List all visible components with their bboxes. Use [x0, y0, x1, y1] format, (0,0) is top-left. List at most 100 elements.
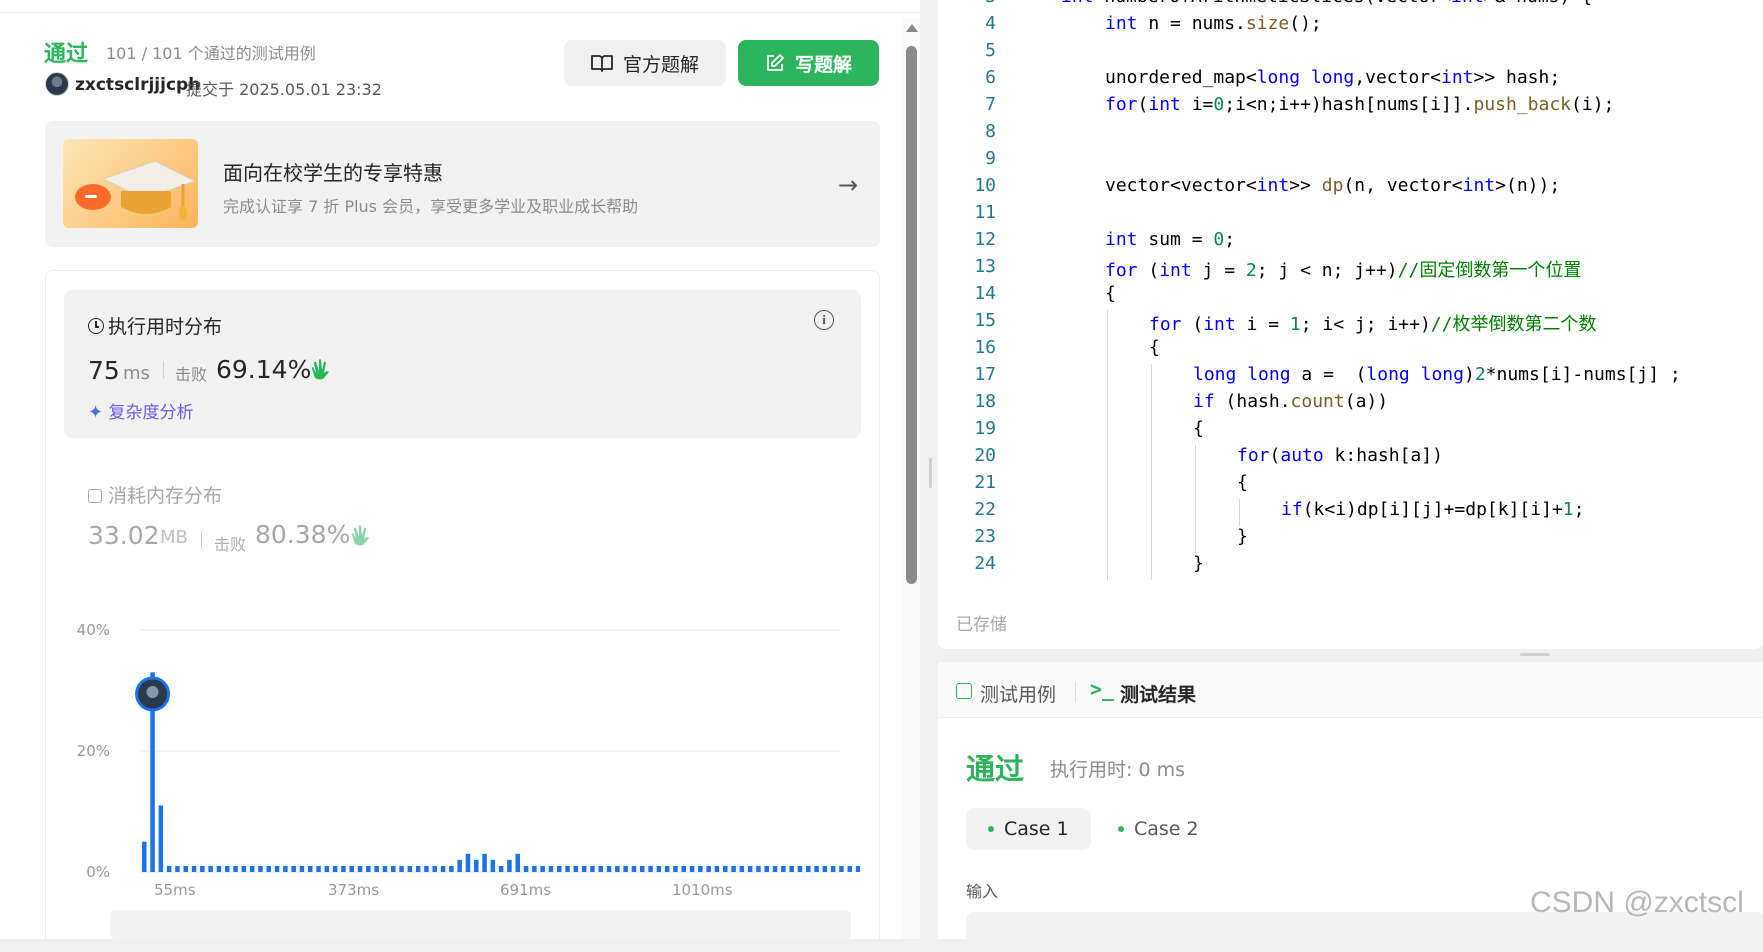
- code-line[interactable]: 19 {: [938, 418, 1763, 445]
- histogram-bar[interactable]: [474, 859, 479, 872]
- horizontal-splitter-grip[interactable]: [1520, 653, 1550, 656]
- code-text[interactable]: for(int i=0;i<n;i++)hash[nums[i]].push_b…: [1105, 94, 1614, 115]
- histogram-bar[interactable]: [274, 865, 280, 872]
- histogram-bar[interactable]: [789, 865, 794, 872]
- histogram-bar[interactable]: [158, 805, 164, 872]
- avatar[interactable]: [45, 72, 69, 96]
- histogram-bar[interactable]: [191, 865, 197, 872]
- histogram-bar[interactable]: [747, 865, 753, 872]
- histogram-bar[interactable]: [407, 865, 413, 872]
- histogram-bar[interactable]: [565, 865, 570, 872]
- histogram-bar[interactable]: [548, 865, 554, 872]
- code-text[interactable]: int n = nums.size();: [1105, 13, 1322, 34]
- histogram-bar[interactable]: [515, 853, 521, 872]
- memory-title[interactable]: 消耗内存分布: [88, 481, 222, 508]
- code-line[interactable]: 18 if (hash.count(a)): [938, 391, 1763, 418]
- histogram-bar[interactable]: [308, 865, 313, 872]
- code-line[interactable]: 9: [938, 148, 1763, 175]
- histogram-bar[interactable]: [540, 865, 545, 872]
- tab-testcase[interactable]: 测试用例: [980, 680, 1056, 707]
- code-line[interactable]: 7 for(int i=0;i<n;i++)hash[nums[i]].push_…: [938, 94, 1763, 121]
- student-promo-banner[interactable]: 面向在校学生的专享特惠 完成认证享 7 折 Plus 会员，享受更多学业及职业成…: [45, 121, 880, 247]
- histogram-bar[interactable]: [698, 865, 703, 872]
- histogram-bar[interactable]: [424, 865, 429, 872]
- official-solution-button[interactable]: 官方题解: [564, 40, 726, 86]
- username[interactable]: zxctsclrjjjcph: [75, 75, 200, 95]
- code-line[interactable]: 23}: [938, 526, 1763, 553]
- code-text[interactable]: if (hash.count(a)): [1193, 391, 1388, 412]
- histogram-bar[interactable]: [756, 865, 761, 872]
- histogram-bar[interactable]: [590, 865, 595, 872]
- histogram-bar[interactable]: [739, 865, 745, 872]
- histogram-bar[interactable]: [573, 865, 579, 872]
- histogram-bar[interactable]: [631, 865, 637, 872]
- histogram-bar[interactable]: [324, 865, 330, 872]
- code-line[interactable]: 20 for(auto k:hash[a]): [938, 445, 1763, 472]
- histogram-bar[interactable]: [490, 859, 496, 872]
- histogram-bar[interactable]: [374, 865, 379, 872]
- histogram-bar[interactable]: [432, 865, 438, 872]
- complexity-analysis-link[interactable]: ✦ 复杂度分析: [88, 398, 194, 423]
- histogram-bar[interactable]: [598, 865, 604, 872]
- histogram-bar[interactable]: [656, 865, 662, 872]
- histogram-bar[interactable]: [200, 865, 205, 872]
- code-text[interactable]: for (int j = 2; j < n; j++)//固定倒数第一个位置: [1105, 256, 1581, 282]
- code-line[interactable]: 16 {: [938, 337, 1763, 364]
- histogram-bar[interactable]: [781, 865, 786, 872]
- histogram-bar[interactable]: [482, 853, 487, 872]
- code-line[interactable]: 22 if(k<i)dp[i][j]+=dp[k][i]+1;: [938, 499, 1763, 526]
- code-line[interactable]: 4 int n = nums.size();: [938, 13, 1763, 40]
- code-line[interactable]: 24}: [938, 553, 1763, 580]
- histogram-bar[interactable]: [241, 865, 247, 872]
- histogram-bar[interactable]: [415, 865, 421, 872]
- write-solution-button[interactable]: 写题解: [738, 40, 879, 86]
- code-line[interactable]: 13 for (int j = 2; j < n; j++)//固定倒数第一个位置: [938, 256, 1763, 283]
- code-text[interactable]: for(auto k:hash[a]): [1237, 445, 1443, 466]
- histogram-bar[interactable]: [216, 865, 222, 872]
- histogram-bar[interactable]: [706, 865, 711, 872]
- histogram-bar[interactable]: [457, 859, 462, 872]
- code-line[interactable]: 12 int sum = 0;: [938, 229, 1763, 256]
- histogram-bar[interactable]: [498, 865, 504, 872]
- histogram-bar[interactable]: [449, 865, 454, 872]
- histogram-bar[interactable]: [814, 865, 819, 872]
- histogram-bar[interactable]: [258, 865, 263, 872]
- code-line[interactable]: 15 for (int i = 1; i< j; i++)//枚举倒数第二个数: [938, 310, 1763, 337]
- code-text[interactable]: int numberOfArithmeticSlices(vector<int>…: [1061, 0, 1592, 7]
- histogram-bar[interactable]: [233, 865, 238, 872]
- histogram-bar[interactable]: [299, 865, 305, 872]
- histogram-bar[interactable]: [847, 865, 853, 872]
- code-text[interactable]: int sum = 0;: [1105, 229, 1235, 250]
- code-text[interactable]: }: [1237, 526, 1248, 547]
- code-line[interactable]: 17 long long a = (long long)2*nums[i]-num…: [938, 364, 1763, 391]
- histogram-bar[interactable]: [507, 859, 512, 872]
- histogram-bar[interactable]: [183, 865, 189, 872]
- histogram-bar[interactable]: [623, 865, 628, 872]
- histogram-bar[interactable]: [714, 865, 720, 872]
- histogram-bar[interactable]: [855, 865, 860, 872]
- chart-range-slider[interactable]: [110, 910, 851, 939]
- histogram-bar[interactable]: [291, 865, 296, 872]
- histogram-bar[interactable]: [839, 865, 844, 872]
- histogram-bar[interactable]: [465, 853, 471, 872]
- code-text[interactable]: unordered_map<long long,vector<int>> has…: [1105, 67, 1560, 88]
- histogram-bar[interactable]: [349, 865, 355, 872]
- histogram-bar[interactable]: [723, 865, 728, 872]
- code-text[interactable]: if(k<i)dp[i][j]+=dp[k][i]+1;: [1281, 499, 1584, 520]
- histogram-bar[interactable]: [283, 865, 288, 872]
- histogram-bar[interactable]: [615, 865, 620, 872]
- histogram-bar[interactable]: [772, 865, 778, 872]
- histogram-bar[interactable]: [797, 865, 803, 872]
- code-line[interactable]: 14 {: [938, 283, 1763, 310]
- info-icon[interactable]: i: [814, 310, 834, 330]
- histogram-bar[interactable]: [648, 865, 653, 872]
- code-text[interactable]: }: [1193, 553, 1204, 574]
- histogram-bar[interactable]: [357, 865, 363, 872]
- histogram-bar[interactable]: [341, 865, 346, 872]
- histogram-bar[interactable]: [806, 865, 811, 872]
- histogram-bar[interactable]: [208, 865, 213, 872]
- histogram-bar[interactable]: [366, 865, 371, 872]
- splitter-grip[interactable]: [929, 458, 932, 488]
- code-line[interactable]: 8: [938, 121, 1763, 148]
- histogram-bar[interactable]: [557, 865, 562, 872]
